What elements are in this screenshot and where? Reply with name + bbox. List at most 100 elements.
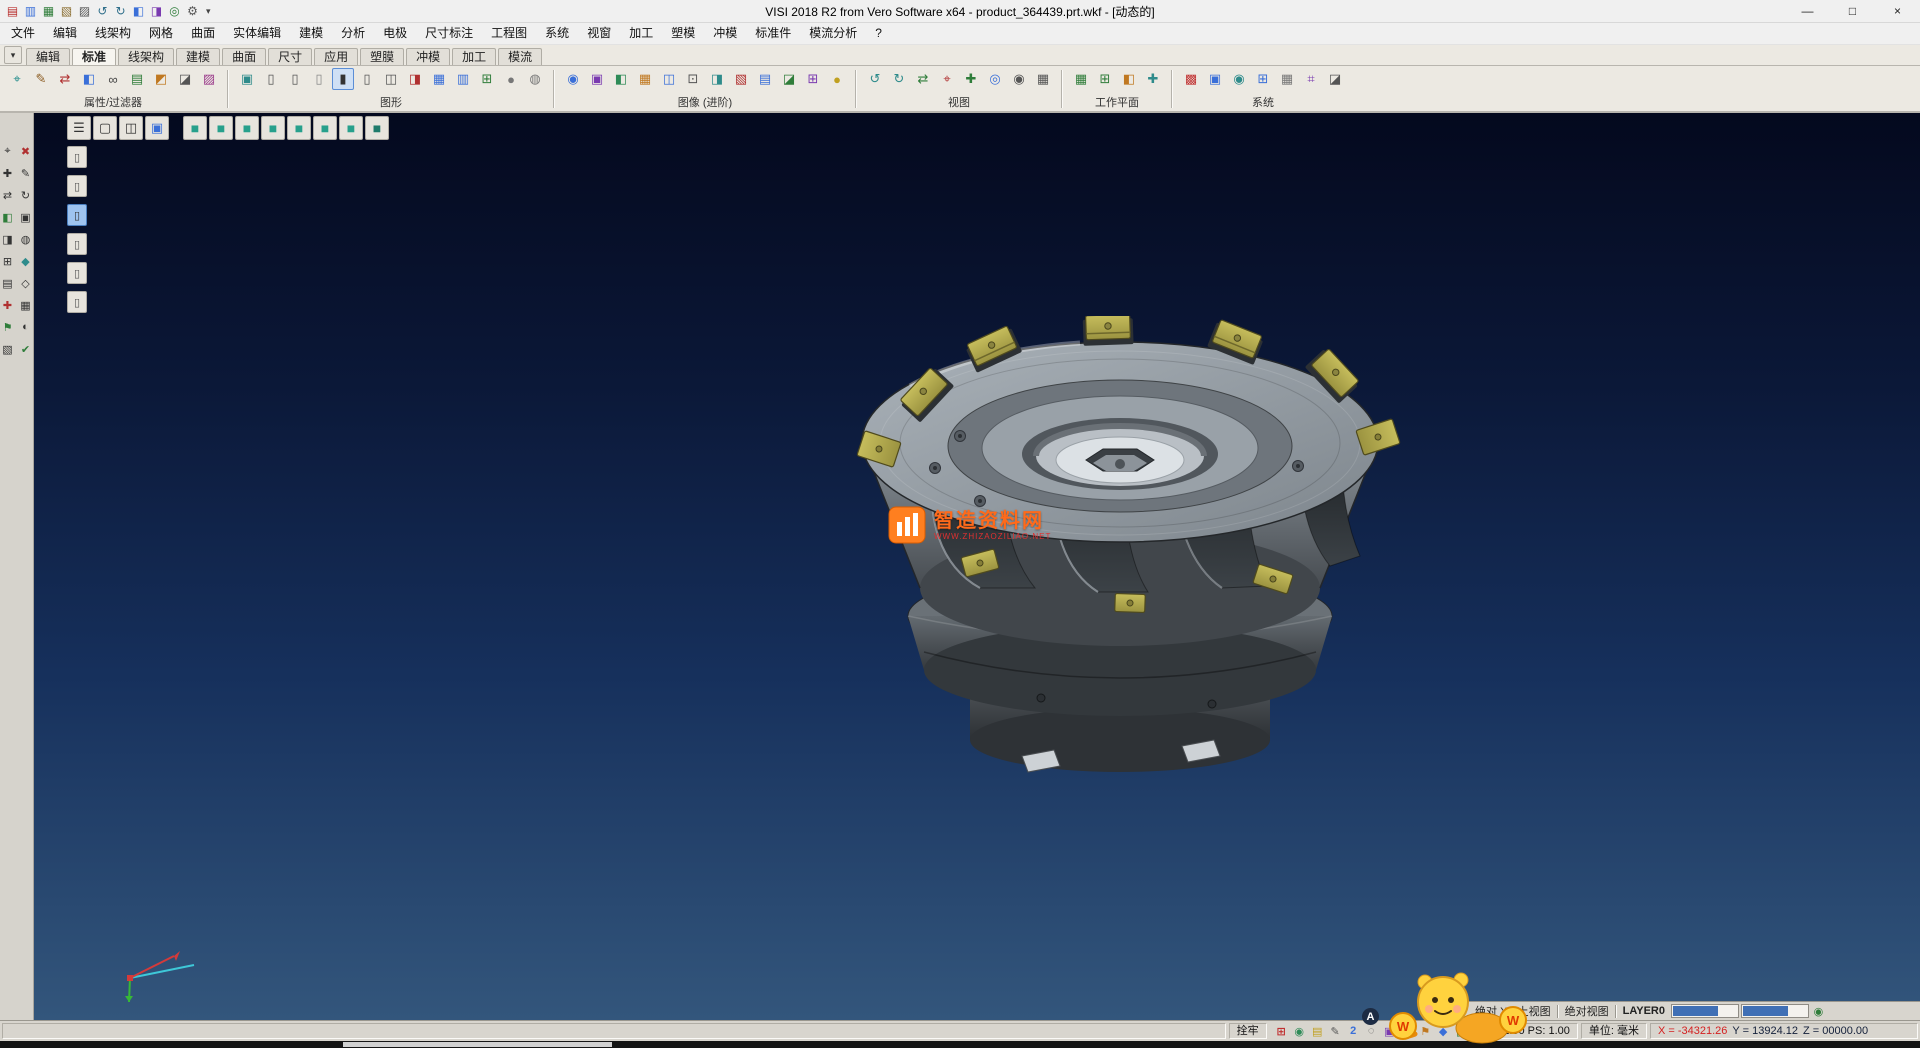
active-view-icon[interactable]: ▣ [145,116,169,140]
zoom-extents-icon[interactable]: ✚ [960,68,982,90]
snap-tool-icon[interactable]: ◇ [18,275,34,291]
menu-item[interactable]: 系统 [536,23,578,44]
close-button[interactable]: × [1875,1,1920,22]
undo-icon[interactable]: ↺ [94,3,111,20]
section-view-icon[interactable]: ◫ [380,68,402,90]
view-state-chip-5[interactable]: ▯ [67,262,87,284]
view-state-chip-3[interactable]: ▯ [67,204,87,226]
measure-tool-icon[interactable]: ◆ [18,253,34,269]
mirror-tool-icon[interactable]: ◧ [0,209,16,225]
system-globe-icon[interactable]: ◉ [1228,68,1250,90]
system-macro-icon[interactable]: ⌗ [1300,68,1322,90]
menu-item[interactable]: 网格 [140,23,182,44]
view-scrollbar-thumb[interactable] [1743,1006,1788,1016]
tab-wireframe[interactable]: 线架构 [118,48,174,65]
select-tool-icon[interactable]: ⌖ [0,143,16,159]
scale-tool-icon[interactable]: ▣ [18,209,34,225]
search-mode-icon[interactable]: ◌ [1363,1024,1380,1039]
attribute-copy-icon[interactable]: ◧ [78,68,100,90]
menu-item[interactable]: 模流分析 [800,23,866,44]
solid-view-icon[interactable]: ▮ [332,68,354,90]
menu-item[interactable]: 尺寸标注 [416,23,482,44]
tab-application[interactable]: 应用 [314,48,358,65]
ghost-view-icon[interactable]: ▯ [308,68,330,90]
gallery-icon[interactable]: ● [826,68,848,90]
menu-item[interactable]: 电极 [374,23,416,44]
snap-grid-icon[interactable]: ⊞ [1273,1024,1290,1039]
filter-layer-icon[interactable]: ▤ [126,68,148,90]
view-cube-dynamic-icon[interactable]: ■ [365,116,389,140]
view-state-chip-4[interactable]: ▯ [67,233,87,255]
point-tool-icon[interactable]: ✚ [0,165,16,181]
maximize-button[interactable]: □ [1830,1,1875,22]
environment-icon[interactable]: ◪ [778,68,800,90]
workplane-origin-icon[interactable]: ✚ [1142,68,1164,90]
menu-item[interactable]: 线架构 [86,23,140,44]
filter-chain-icon[interactable]: ∞ [102,68,124,90]
system-calculator-icon[interactable]: ⊞ [1252,68,1274,90]
layer-indicator[interactable]: LAYER0 [1619,1005,1669,1017]
workplane-new-icon[interactable]: ⊞ [1094,68,1116,90]
print-icon[interactable]: ▨ [76,3,93,20]
hidden-line-icon[interactable]: ▯ [284,68,306,90]
single-view-icon[interactable]: ▢ [93,116,117,140]
render-settings-icon[interactable]: ◉ [562,68,584,90]
lock-toggle[interactable]: 拴牢 [1229,1023,1267,1039]
selection-magnet-icon[interactable]: ⌖ [6,68,28,90]
tab-molding[interactable]: 塑膜 [360,48,404,65]
view-cube-iso-icon[interactable]: ■ [183,116,207,140]
attribute-swap-icon[interactable]: ⇄ [54,68,76,90]
viewport-3d[interactable]: ☰▢◫▣ ■■■■■■■■ ▯▯▯▯▯▯ [34,113,1920,1020]
paste-icon[interactable]: ◨ [148,3,165,20]
view-cube-back-icon[interactable]: ■ [313,116,337,140]
view-state-chip-6[interactable]: ▯ [67,291,87,313]
tab-moldflow[interactable]: 模流 [498,48,542,65]
system-palette-icon[interactable]: ▩ [1180,68,1202,90]
tab-standard[interactable]: 标准 [72,48,116,65]
view-scrollbar-thumb[interactable] [1673,1006,1718,1016]
grid-display-icon[interactable]: ▦ [428,68,450,90]
tab-dimension[interactable]: 尺寸 [268,48,312,65]
menu-item[interactable]: 标准件 [746,23,800,44]
annotation-badge[interactable]: A [1362,1008,1379,1025]
flag-tool-icon[interactable]: ⚑ [0,319,16,335]
clip-plane-icon[interactable]: ◨ [404,68,426,90]
rotate-tool-icon[interactable]: ↻ [18,187,34,203]
move-tool-icon[interactable]: ⇄ [0,187,16,203]
view-sphere-icon[interactable]: ◎ [984,68,1006,90]
transparency-icon[interactable]: ◨ [706,68,728,90]
tab-edit[interactable]: 编辑 [26,48,70,65]
menu-item[interactable]: 加工 [620,23,662,44]
save-icon[interactable]: ▦ [40,3,57,20]
absolute-view-label[interactable]: 绝对视图 [1561,1003,1613,1019]
view-menu-icon[interactable]: ☰ [67,116,91,140]
menu-item[interactable]: 分析 [332,23,374,44]
confirm-tool-icon[interactable]: ✔ [18,341,34,357]
view-scrollbar-horizontal[interactable] [1671,1004,1739,1018]
save-all-icon[interactable]: ▧ [58,3,75,20]
rotate-left-view-icon[interactable]: ↺ [864,68,886,90]
workplane-grid-icon[interactable]: ▦ [1070,68,1092,90]
attribute-edit-icon[interactable]: ✎ [30,68,52,90]
view-state-chip-1[interactable]: ▯ [67,146,87,168]
view-cube-front-icon[interactable]: ■ [235,116,259,140]
hatch-tool-icon[interactable]: ▧ [0,341,16,357]
trim-tool-icon[interactable]: ◨ [0,231,16,247]
shade-tool-icon[interactable]: ◐ [18,319,34,335]
texture-icon[interactable]: ◧ [610,68,632,90]
view-state-chip-2[interactable]: ▯ [67,175,87,197]
material-icon[interactable]: ▣ [586,68,608,90]
world-icon[interactable]: ◉ [1291,1024,1308,1039]
menu-item[interactable]: ? [866,23,891,44]
menu-item[interactable]: 塑模 [662,23,704,44]
menu-item[interactable]: 工程图 [482,23,536,44]
menu-item[interactable]: 视窗 [578,23,620,44]
history-icon[interactable]: 2 [1345,1024,1362,1039]
minimize-button[interactable]: — [1785,1,1830,22]
edge-display-icon[interactable]: ▧ [730,68,752,90]
view-cube-left-icon[interactable]: ■ [287,116,311,140]
add-entity-icon[interactable]: ✚ [0,297,16,313]
zoom-target-icon[interactable]: ⌖ [936,68,958,90]
tab-surface[interactable]: 曲面 [222,48,266,65]
tab-die[interactable]: 冲模 [406,48,450,65]
